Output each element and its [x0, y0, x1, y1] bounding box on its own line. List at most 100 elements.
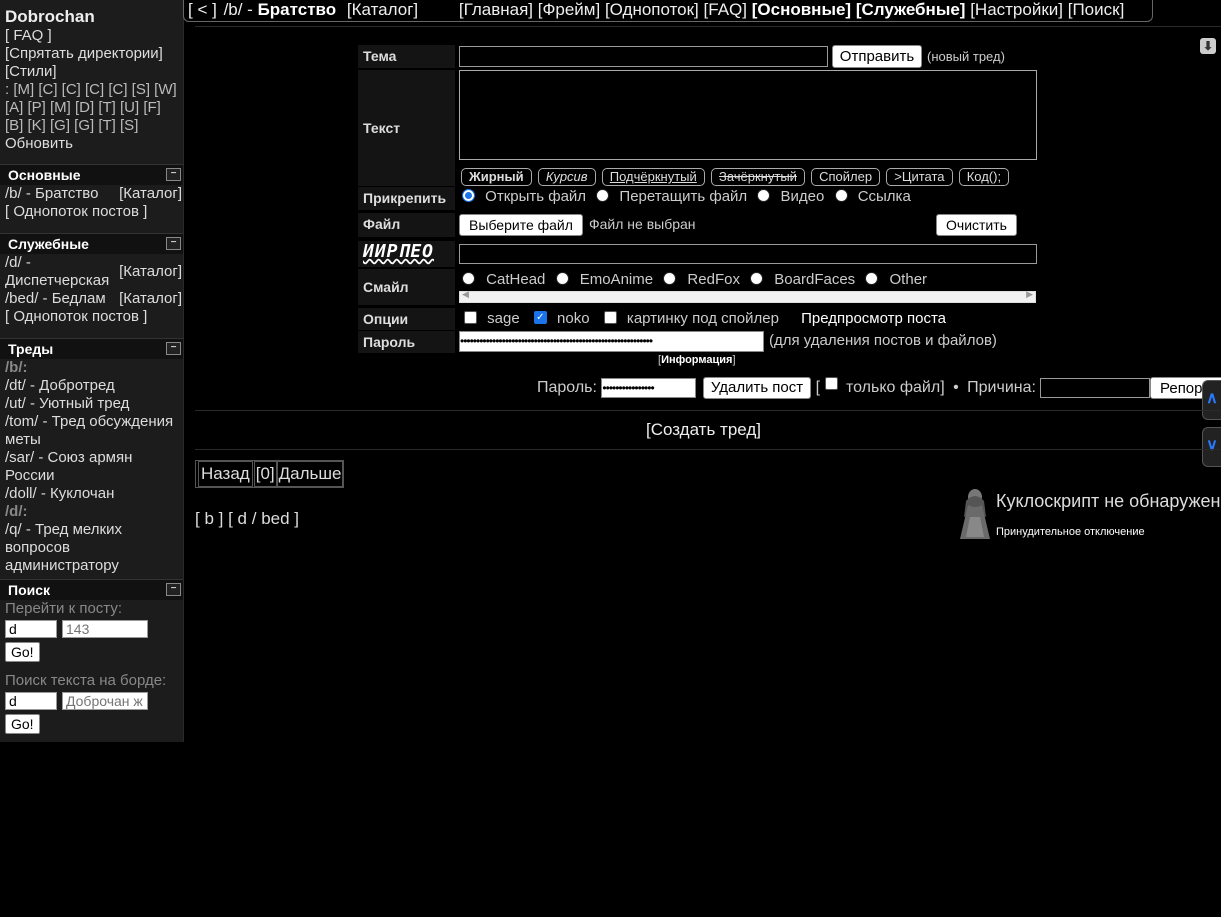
submit-button[interactable]: Отправить: [832, 45, 922, 68]
thread-link[interactable]: /doll/ - Куклочан: [0, 485, 183, 503]
attach-open-file-label[interactable]: Открыть файл: [485, 188, 586, 205]
choose-file-button[interactable]: Выберите файл: [459, 214, 583, 236]
board-b-catalog-link[interactable]: [Каталог]: [119, 185, 182, 203]
goto-post-input[interactable]: [62, 620, 148, 638]
single-stream-link[interactable]: [ Однопоток постов ]: [0, 308, 183, 326]
delete-post-button[interactable]: Удалить пост: [702, 377, 812, 399]
attach-open-file-radio[interactable]: [462, 188, 475, 202]
threads-header[interactable]: Треды −: [0, 339, 183, 359]
single-stream-link[interactable]: [ Однопоток постов ]: [0, 203, 183, 221]
message-textarea[interactable]: [459, 70, 1037, 160]
attach-video-label[interactable]: Видео: [781, 188, 825, 205]
board-letters-row-1[interactable]: : [M] [C] [C] [C] [C] [S] [W]: [0, 81, 183, 99]
board-letters-row-3[interactable]: [B] [K] [G] [G] [T] [S]: [0, 117, 183, 135]
thread-link-cont[interactable]: меты: [0, 431, 183, 449]
faq-link[interactable]: [ FAQ ]: [0, 27, 183, 45]
smile-cathead-radio[interactable]: [462, 271, 475, 285]
smile-other-radio[interactable]: [865, 271, 879, 285]
smile-other-label[interactable]: Other: [890, 271, 928, 288]
pager-prev[interactable]: Назад: [198, 461, 253, 487]
info-link[interactable]: [Информация]: [658, 354, 736, 366]
thread-link[interactable]: /dt/ - Добротред: [0, 377, 183, 395]
create-thread-link[interactable]: [Создать тред]: [646, 420, 761, 440]
scroll-up-icon[interactable]: ∧: [1202, 380, 1221, 420]
file-only-label[interactable]: только файл]: [846, 379, 945, 396]
noko-label[interactable]: noko: [557, 310, 590, 327]
reason-input[interactable]: [1040, 377, 1151, 398]
smile-boardfaces-label[interactable]: BoardFaces: [774, 271, 855, 288]
pager-next[interactable]: Дальше: [276, 461, 344, 487]
spoiler-button[interactable]: Спойлер: [811, 168, 881, 186]
bl-b-link[interactable]: b: [204, 509, 213, 528]
quote-button[interactable]: >Цитата: [886, 168, 953, 186]
search-header[interactable]: Поиск −: [0, 580, 183, 600]
spoiler-image-checkbox[interactable]: [603, 310, 617, 324]
captcha-input[interactable]: [459, 244, 1037, 264]
scroll-left-icon[interactable]: ◀: [462, 289, 469, 300]
nav-single-link[interactable]: [Однопоток]: [605, 0, 699, 19]
board-bed-link[interactable]: /bed/ - Бедлам: [5, 290, 106, 308]
scroll-down-icon[interactable]: ⬇: [1200, 38, 1216, 54]
nav-basic-link[interactable]: [Основные]: [752, 0, 851, 19]
smile-redfox-radio[interactable]: [663, 271, 677, 285]
text-search-input[interactable]: [62, 692, 148, 710]
scroll-right-icon[interactable]: ▶: [1026, 289, 1033, 300]
text-board-input[interactable]: [5, 692, 57, 710]
bl-bed-link[interactable]: bed: [261, 509, 289, 528]
bl-d-link[interactable]: d: [238, 509, 247, 528]
password-input[interactable]: ••••••••••••••••••••••••••••••••••••••••…: [459, 331, 764, 352]
strike-button[interactable]: Зачёркнутый: [710, 168, 805, 186]
italic-button[interactable]: Курсив: [537, 168, 596, 186]
attach-video-radio[interactable]: [757, 188, 771, 202]
service-boards-header[interactable]: Служебные −: [0, 234, 183, 254]
site-name[interactable]: Dobrochan: [0, 0, 183, 27]
board-bed-catalog-link[interactable]: [Каталог]: [119, 290, 182, 308]
smile-cathead-label[interactable]: CatHead: [486, 271, 545, 288]
nav-catalog-link[interactable]: [Каталог]: [347, 0, 418, 19]
subject-input[interactable]: [459, 46, 828, 67]
dollscript-subtitle[interactable]: Принудительное отключение: [996, 526, 1145, 538]
collapse-toggle-icon[interactable]: −: [166, 342, 181, 355]
board-d-catalog-link[interactable]: [Каталог]: [119, 263, 182, 281]
file-only-checkbox[interactable]: [824, 377, 838, 391]
board-d-link[interactable]: /d/ - Диспетчерская: [5, 254, 109, 290]
preview-link[interactable]: Предпросмотр поста: [801, 310, 946, 327]
nav-faq-link[interactable]: [FAQ]: [704, 0, 747, 19]
thread-link-cont[interactable]: администратору: [0, 557, 183, 575]
thread-link-cont[interactable]: России: [0, 467, 183, 485]
nav-search-link[interactable]: [Поиск]: [1068, 0, 1125, 19]
nav-service-link[interactable]: [Служебные]: [856, 0, 966, 19]
nav-main-link[interactable]: [Главная]: [459, 0, 533, 19]
smile-scrollbar[interactable]: ◀ ▶: [459, 289, 1036, 303]
collapse-toggle-icon[interactable]: −: [166, 583, 181, 596]
scroll-down-icon[interactable]: ∨: [1202, 427, 1221, 467]
thread-link[interactable]: /sar/ - Союз армян: [0, 449, 183, 467]
collapse-toggle-icon[interactable]: −: [166, 168, 181, 181]
refresh-link[interactable]: Обновить: [0, 135, 183, 153]
attach-drag-radio[interactable]: [596, 188, 610, 202]
noko-checkbox[interactable]: ✓: [533, 310, 547, 324]
collapse-toggle-icon[interactable]: −: [166, 237, 181, 250]
thread-link[interactable]: /ut/ - Уютный тред: [0, 395, 183, 413]
thread-link[interactable]: /q/ - Тред мелких: [0, 521, 183, 539]
sage-label[interactable]: sage: [487, 310, 520, 327]
spoiler-image-label[interactable]: картинку под спойлер: [627, 310, 779, 327]
smile-redfox-label[interactable]: RedFox: [687, 271, 740, 288]
clear-button[interactable]: Очистить: [936, 214, 1017, 236]
board-letters-row-2[interactable]: [A] [P] [M] [D] [T] [U] [F]: [0, 99, 183, 117]
delete-password-input[interactable]: ••••••••••••••••: [601, 377, 697, 398]
hide-dirs-link[interactable]: [Спрятать директории]: [0, 45, 183, 63]
code-button[interactable]: Код();: [958, 168, 1010, 186]
nav-back-link[interactable]: [ < ]: [188, 0, 217, 19]
board-b-link[interactable]: /b/ - Братство: [5, 185, 98, 203]
sage-checkbox[interactable]: [464, 310, 477, 324]
attach-drag-label[interactable]: Перетащить файл: [619, 188, 747, 205]
smile-emoanime-label[interactable]: EmoAnime: [580, 271, 653, 288]
underline-button[interactable]: Подчёркнутый: [601, 168, 705, 186]
thread-link-cont[interactable]: вопросов: [0, 539, 183, 557]
goto-go-button[interactable]: Go!: [5, 642, 40, 662]
nav-frame-link[interactable]: [Фрейм]: [538, 0, 600, 19]
main-boards-header[interactable]: Основные −: [0, 165, 183, 185]
smile-boardfaces-radio[interactable]: [750, 271, 764, 285]
thread-link[interactable]: /tom/ - Тред обсуждения: [0, 413, 183, 431]
